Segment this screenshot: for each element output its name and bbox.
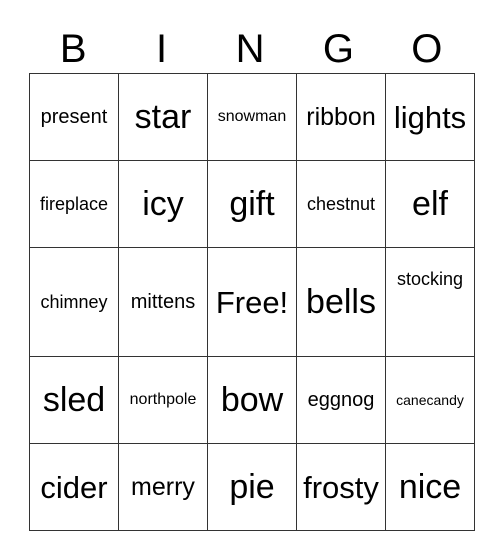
card-cell[interactable]: merry [118,443,208,531]
card-cell[interactable]: pie [207,443,297,531]
card-cell[interactable]: mittens [118,247,208,357]
card-cell[interactable]: nice [385,443,475,531]
header-letter-i: I [156,27,168,71]
card-cell[interactable]: canecandy [385,356,475,444]
card-cell[interactable]: fireplace [29,160,119,248]
free-space-cell[interactable]: Free! [207,247,297,357]
card-cell[interactable]: northpole [118,356,208,444]
card-row: cider merry pie frosty nice [29,443,475,531]
card-row: chimney mittens Free! bells stocking [29,247,475,357]
card-cell[interactable]: bells [296,247,386,357]
header-letter-n: N [235,27,265,71]
card-row: present star snowman ribbon lights [29,73,475,161]
card-cell[interactable]: gift [207,160,297,248]
card-row: fireplace icy gift chestnut elf [29,160,475,248]
card-row: sled northpole bow eggnog canecandy [29,356,475,444]
card-cell[interactable]: present [29,73,119,161]
card-cell[interactable]: elf [385,160,475,248]
card-cell[interactable]: bow [207,356,297,444]
card-cell[interactable]: eggnog [296,356,386,444]
card-cell[interactable]: snowman [207,73,297,161]
header-letter-b: B [59,27,87,71]
card-cell[interactable]: ribbon [296,73,386,161]
bingo-header: B I N G O [29,26,471,72]
card-cell[interactable]: stocking [385,247,475,357]
card-cell[interactable]: lights [385,73,475,161]
card-cell[interactable]: frosty [296,443,386,531]
card-cell[interactable]: chestnut [296,160,386,248]
card-cell[interactable]: chimney [29,247,119,357]
bingo-card: present star snowman ribbon lights firep… [29,73,475,531]
card-cell[interactable]: star [118,73,208,161]
card-cell[interactable]: cider [29,443,119,531]
header-letter-g: G [322,27,354,71]
header-letter-o: O [411,27,443,71]
card-cell[interactable]: icy [118,160,208,248]
card-cell[interactable]: sled [29,356,119,444]
